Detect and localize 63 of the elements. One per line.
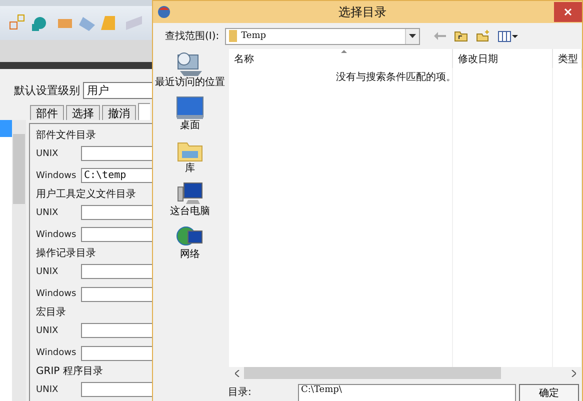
- look-in-label: 查找范围(I):: [165, 30, 220, 43]
- folder-icon: [229, 30, 238, 42]
- view-menu-button[interactable]: [498, 30, 518, 42]
- empty-message: 没有与搜索条件匹配的项。: [336, 70, 456, 83]
- back-arrow-icon: [434, 32, 446, 40]
- directory-field[interactable]: [81, 146, 152, 162]
- group-title: 操作记录目录: [36, 247, 97, 261]
- ok-button[interactable]: 确定: [519, 384, 579, 401]
- new-folder-button[interactable]: [476, 30, 490, 42]
- settings-tab[interactable]: 选择: [66, 105, 100, 120]
- app-icon: [157, 5, 171, 19]
- directory-field[interactable]: [81, 205, 152, 220]
- up-folder-button[interactable]: [454, 30, 468, 42]
- clock-computer-icon: [176, 51, 204, 77]
- close-button[interactable]: [554, 2, 582, 22]
- field-label: UNIX: [36, 148, 60, 159]
- group-title: GRIP 程序目录: [36, 364, 104, 379]
- sort-caret-icon: [341, 50, 347, 53]
- field-label: UNIX: [36, 266, 60, 277]
- settings-tab[interactable]: 撤消: [102, 105, 136, 120]
- directory-field[interactable]: [81, 382, 152, 398]
- close-icon: [564, 8, 572, 16]
- column-header[interactable]: 类型: [553, 49, 582, 68]
- look-in-dropdown[interactable]: Temp: [225, 28, 420, 44]
- view-grid-icon: [498, 30, 518, 42]
- up-folder-icon: [454, 30, 468, 42]
- horizontal-scrollbar[interactable]: [229, 367, 582, 379]
- dialog-title: 选择目录: [338, 4, 388, 20]
- field-label: UNIX: [36, 208, 60, 218]
- new-folder-icon: [476, 30, 490, 42]
- directory-field[interactable]: C:\temp: [81, 168, 152, 184]
- field-label: UNIX: [36, 326, 60, 336]
- group-title: 宏目录: [36, 306, 67, 320]
- field-label: Windows: [36, 289, 78, 299]
- field-label: Windows: [36, 348, 78, 358]
- settings-level-dropdown[interactable]: 用户: [83, 82, 152, 99]
- field-label: UNIX: [36, 384, 60, 395]
- directory-field[interactable]: [81, 346, 152, 361]
- column-header[interactable]: 修改日期: [453, 49, 553, 68]
- directory-field[interactable]: [81, 264, 152, 280]
- directory-label: 目录:: [228, 386, 252, 400]
- group-title: 部件文件目录: [36, 128, 97, 143]
- caret-icon: [409, 34, 416, 38]
- directory-field[interactable]: [81, 323, 152, 338]
- desktop-icon: [176, 96, 204, 120]
- place-item[interactable]: 最近访问的位置: [155, 51, 225, 88]
- field-label: Windows: [36, 230, 78, 240]
- computer-icon: [176, 182, 204, 206]
- field-label: Windows: [36, 170, 78, 181]
- place-item[interactable]: 这台电脑: [155, 182, 225, 217]
- directory-field[interactable]: [81, 286, 152, 302]
- place-item[interactable]: 桌面: [155, 96, 225, 131]
- back-button[interactable]: [434, 32, 446, 40]
- scrollbar[interactable]: [12, 120, 26, 401]
- settings-tab[interactable]: 部件: [30, 105, 64, 120]
- settings-tab[interactable]: [138, 103, 150, 120]
- settings-level-label: 默认设置级别: [14, 83, 80, 98]
- directory-field[interactable]: [81, 227, 152, 242]
- place-item[interactable]: 库: [155, 139, 225, 174]
- column-header[interactable]: 名称: [229, 49, 453, 68]
- group-title: 用户工具定义文件目录: [36, 188, 137, 202]
- directory-field[interactable]: C:\Temp\: [298, 384, 516, 401]
- place-item[interactable]: 网络: [155, 225, 225, 260]
